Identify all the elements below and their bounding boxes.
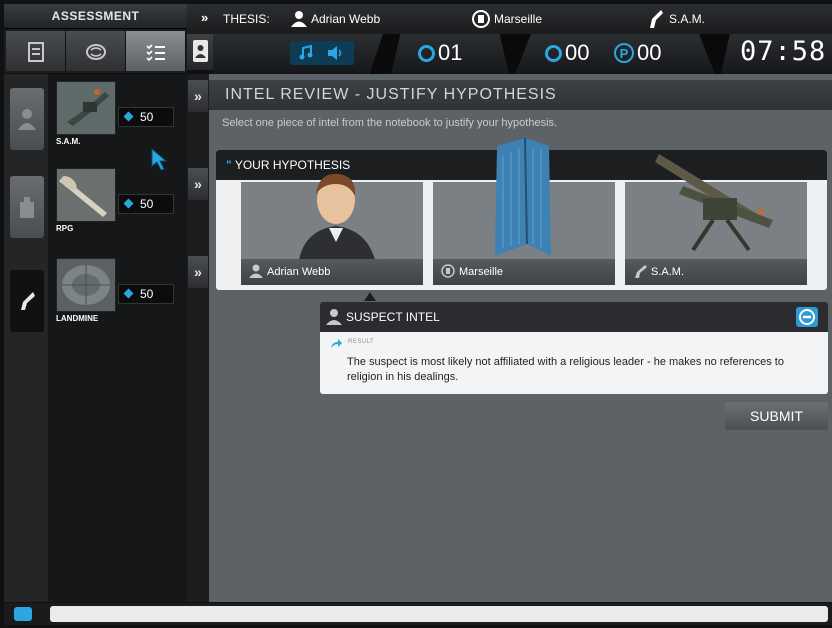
expand-landmine-button[interactable]: » bbox=[188, 256, 208, 288]
weapon-cost: 50 bbox=[118, 284, 174, 304]
globe-building-icon bbox=[441, 264, 455, 278]
card-label: S.A.M. bbox=[625, 259, 807, 285]
cost-diamond-icon bbox=[123, 288, 134, 299]
intel-result-text: The suspect is most likely not affiliate… bbox=[347, 356, 784, 383]
cost-diamond-icon bbox=[123, 111, 134, 122]
assessment-header: ASSESSMENT bbox=[4, 4, 187, 29]
points-token-icon: P bbox=[614, 43, 634, 63]
weapon-name: S.A.M. bbox=[56, 137, 81, 146]
weapon-icon bbox=[21, 292, 35, 310]
weapon-cost: 50 bbox=[118, 107, 174, 127]
cost-diamond-icon bbox=[123, 198, 134, 209]
checklist-tab[interactable] bbox=[126, 31, 186, 71]
document-icon bbox=[28, 42, 44, 62]
suspect-intel-header: SUSPECT INTEL bbox=[320, 302, 828, 332]
checklist-icon bbox=[146, 44, 165, 62]
expand-rpg-button[interactable]: » bbox=[188, 168, 208, 200]
weapon-thumbnail bbox=[56, 81, 116, 135]
audio-controls bbox=[290, 41, 354, 65]
speaker-icon[interactable] bbox=[326, 45, 344, 61]
weapon-sam-image bbox=[655, 154, 773, 252]
expand-column bbox=[187, 74, 209, 602]
rail-suspects-button[interactable] bbox=[10, 88, 44, 150]
countdown-timer: 07:58 bbox=[740, 36, 827, 67]
thesis-bar: » THESIS: Adrian Webb Marseille S.A.M. bbox=[187, 4, 832, 34]
notebook-button[interactable] bbox=[187, 34, 213, 70]
result-arrow-icon bbox=[331, 339, 342, 348]
person-icon bbox=[326, 309, 342, 325]
weapon-thumbnail bbox=[56, 258, 116, 312]
building-icon bbox=[20, 197, 34, 218]
points-counter: P 00 bbox=[614, 40, 661, 66]
brain-icon bbox=[86, 44, 106, 60]
notebook-icon bbox=[193, 40, 208, 62]
thesis-location: Marseille bbox=[494, 12, 543, 26]
hypothesis-card-suspect: Adrian Webb bbox=[241, 173, 423, 285]
instruction-text: Select one piece of intel from the noteb… bbox=[222, 117, 558, 129]
submit-button[interactable]: SUBMIT bbox=[725, 402, 828, 430]
quote-icon: " bbox=[226, 158, 232, 172]
brain-tab[interactable] bbox=[66, 31, 126, 71]
person-icon bbox=[249, 264, 263, 278]
sidebar-tabs bbox=[4, 29, 187, 73]
person-icon bbox=[18, 109, 36, 130]
category-rail bbox=[4, 74, 48, 602]
weapon-thumbnail bbox=[56, 168, 116, 222]
message-field[interactable] bbox=[50, 606, 828, 622]
card-label: Marseille bbox=[433, 259, 615, 285]
hypothesis-card-weapon: S.A.M. bbox=[625, 154, 807, 285]
refresh-icon bbox=[418, 45, 435, 62]
weapon-name: RPG bbox=[56, 224, 74, 233]
collapse-intel-button[interactable] bbox=[796, 307, 818, 327]
person-icon bbox=[291, 11, 307, 27]
weapon-cost: 50 bbox=[118, 194, 174, 214]
thesis-suspect: Adrian Webb bbox=[311, 12, 381, 26]
hypothesis-card-location: Marseille bbox=[433, 137, 615, 285]
globe-building-icon bbox=[472, 10, 490, 28]
thesis-label: THESIS: bbox=[223, 12, 270, 26]
cursor-pointer-icon bbox=[151, 147, 168, 171]
card-label: Adrian Webb bbox=[241, 259, 423, 285]
minus-icon bbox=[799, 309, 815, 325]
rail-locations-button[interactable] bbox=[10, 176, 44, 238]
weapon-name: LANDMINE bbox=[56, 314, 99, 323]
suspect-portrait bbox=[299, 173, 375, 260]
collapse-chevron-icon[interactable]: » bbox=[201, 10, 208, 25]
expand-sam-button[interactable]: » bbox=[188, 80, 208, 112]
info-icon[interactable] bbox=[14, 607, 32, 621]
bombs-counter: 00 bbox=[545, 40, 589, 66]
music-icon[interactable] bbox=[298, 45, 314, 61]
callout-pointer bbox=[364, 292, 376, 301]
location-building-image bbox=[495, 137, 551, 256]
document-tab[interactable] bbox=[6, 31, 66, 71]
weapon-icon bbox=[650, 10, 663, 28]
weapon-icon bbox=[635, 265, 647, 278]
bomb-icon bbox=[545, 45, 562, 62]
thesis-weapon: S.A.M. bbox=[669, 12, 706, 26]
rail-weapons-button[interactable] bbox=[10, 270, 44, 332]
attempts-counter: 01 bbox=[418, 40, 462, 66]
page-title: INTEL REVIEW - JUSTIFY HYPOTHESIS bbox=[209, 80, 832, 110]
result-label: RESULT bbox=[348, 339, 375, 345]
